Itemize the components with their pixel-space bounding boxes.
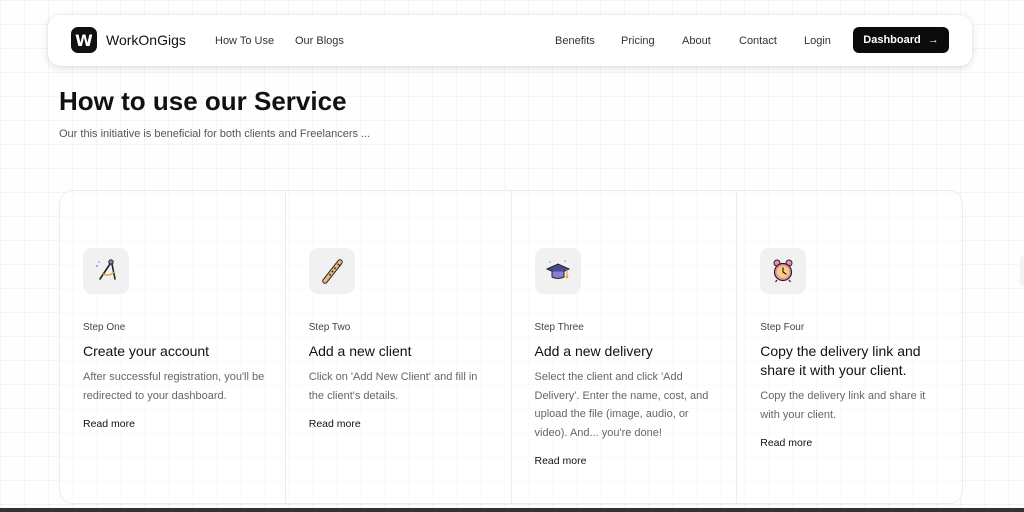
step-label: Step Three — [534, 322, 584, 333]
read-more-link[interactable]: Read more — [535, 455, 587, 467]
step-description: Select the client and click 'Add Deliver… — [534, 371, 709, 439]
read-more-link[interactable]: Read more — [83, 418, 135, 430]
graduation-cap-icon — [534, 248, 581, 294]
nav-link-how-to-use[interactable]: How To Use — [215, 35, 274, 47]
nav-link-pricing[interactable]: Pricing — [621, 35, 655, 47]
navbar: W WorkOnGigs How To Use Our Blogs Benefi… — [48, 15, 972, 66]
alarm-clock-icon — [760, 248, 807, 294]
brand-name[interactable]: WorkOnGigs — [106, 32, 186, 48]
step-label: Step One — [83, 322, 126, 333]
page-title: How to use our Service — [59, 86, 347, 116]
step-label: Step Four — [760, 322, 805, 333]
dashboard-button[interactable]: Dashboard → — [853, 27, 949, 53]
flute-icon — [308, 248, 355, 294]
read-more-link[interactable]: Read more — [760, 437, 812, 449]
nav-link-contact[interactable]: Contact — [739, 35, 777, 47]
step-card: Step One Create your account After succe… — [60, 191, 286, 503]
nav-link-login[interactable]: Login — [804, 35, 831, 47]
logo-mark[interactable]: W — [71, 27, 97, 53]
compass-icon — [83, 248, 129, 294]
nav-link-benefits[interactable]: Benefits — [555, 35, 595, 47]
bottom-bar — [0, 508, 1024, 512]
step-card: Step Three Add a new delivery Select the… — [512, 191, 738, 503]
steps-container: Step One Create your account After succe… — [59, 190, 963, 504]
step-card: Step Two Add a new client Click on 'Add … — [286, 191, 512, 503]
arrow-right-icon: → — [927, 34, 939, 46]
step-title: Create your account — [83, 343, 210, 359]
step-description: Click on 'Add New Client' and fill in th… — [308, 371, 478, 402]
step-label: Step Two — [308, 322, 351, 333]
dashboard-button-label: Dashboard — [863, 34, 921, 46]
side-scroll-handle[interactable] — [1020, 256, 1024, 286]
step-title: Add a new client — [308, 343, 412, 359]
nav-link-our-blogs[interactable]: Our Blogs — [295, 35, 344, 47]
page-subtitle: Our this initiative is beneficial for bo… — [59, 128, 371, 140]
step-title: Add a new delivery — [534, 343, 653, 359]
read-more-link[interactable]: Read more — [309, 418, 361, 430]
step-description: After successful registration, you'll be… — [83, 371, 265, 402]
step-card: Step Four Copy the delivery link and sha… — [737, 191, 962, 503]
step-title: Copy the delivery link and share it with… — [760, 343, 921, 378]
nav-link-about[interactable]: About — [682, 35, 711, 47]
step-description: Copy the delivery link and share it with… — [760, 390, 926, 421]
